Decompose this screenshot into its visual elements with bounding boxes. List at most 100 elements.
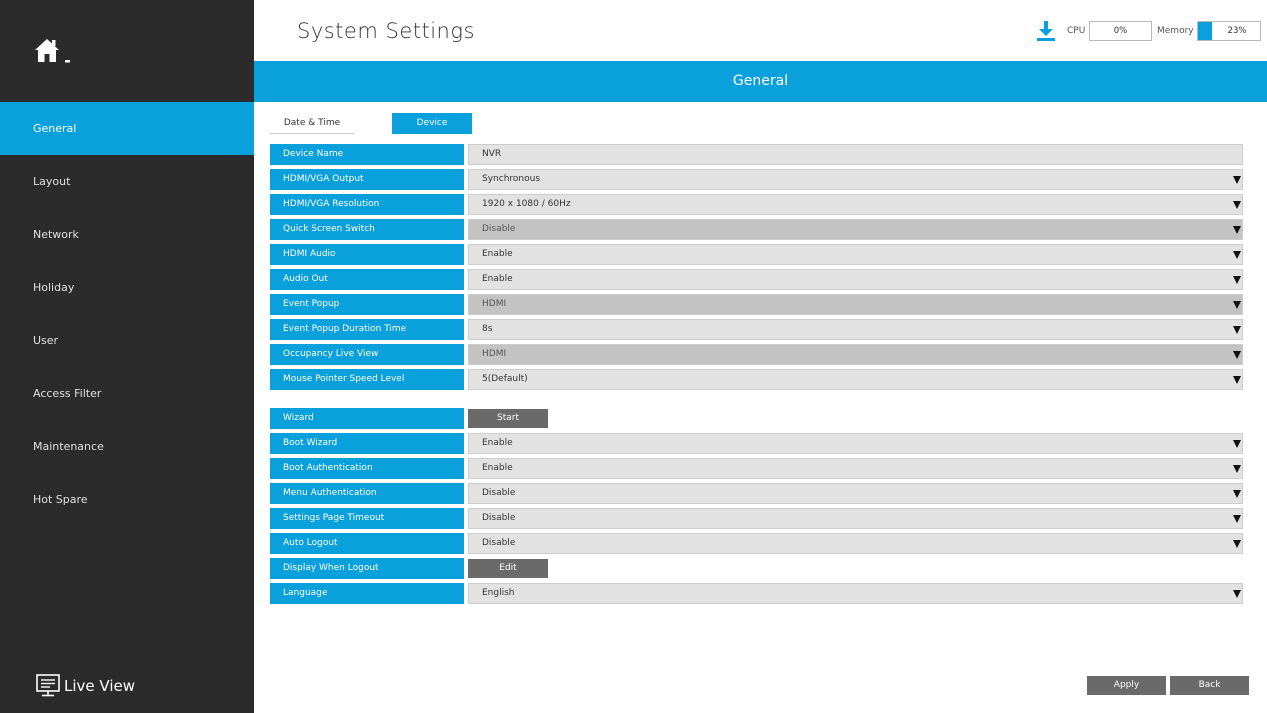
setting-row-language: Language English	[270, 583, 1243, 604]
setting-label: HDMI/VGA Resolution	[270, 194, 464, 215]
live-view-button[interactable]: Live View	[36, 672, 135, 700]
setting-label: Auto Logout	[270, 533, 464, 554]
memory-meter: 23%	[1197, 21, 1261, 41]
setting-label: Display When Logout	[270, 558, 464, 579]
dropdown-arrow-icon	[1233, 465, 1241, 473]
setting-row-boot-wizard: Boot Wizard Enable	[270, 433, 1243, 454]
setting-label: Device Name	[270, 144, 464, 165]
setting-label: Boot Wizard	[270, 433, 464, 454]
hdmi-audio-select[interactable]: Enable	[468, 244, 1243, 265]
hdmi-vga-output-select[interactable]: Synchronous	[468, 169, 1243, 190]
setting-row-event-popup: Event Popup HDMI	[270, 294, 1243, 315]
back-button[interactable]: Back	[1170, 676, 1249, 695]
cpu-label: CPU	[1067, 26, 1086, 36]
sidebar-item-holiday[interactable]: Holiday	[0, 261, 254, 314]
field-value: Enable	[482, 274, 513, 284]
field-value: Disable	[482, 224, 516, 234]
setting-row-wizard: Wizard Start	[270, 408, 1243, 429]
sidebar: General Layout Network Holiday User Access Fi…	[0, 0, 254, 713]
memory-value: 23%	[1227, 26, 1247, 36]
setting-row-display-when-logout: Display When Logout Edit	[270, 558, 1243, 579]
field-value: Disable	[482, 513, 516, 523]
setting-label: Language	[270, 583, 464, 604]
setting-label: HDMI Audio	[270, 244, 464, 265]
setting-label: Boot Authentication	[270, 458, 464, 479]
dropdown-arrow-icon	[1233, 376, 1241, 384]
setting-row-hdmi-audio: HDMI Audio Enable	[270, 244, 1243, 265]
event-popup-select[interactable]: HDMI	[468, 294, 1243, 315]
setting-label: Wizard	[270, 408, 464, 429]
field-value: NVR	[482, 149, 502, 159]
page-title: System Settings	[297, 19, 475, 43]
sidebar-item-network[interactable]: Network	[0, 208, 254, 261]
dropdown-arrow-icon	[1233, 351, 1241, 359]
setting-label: Event Popup Duration Time	[270, 319, 464, 340]
field-value: 1920 x 1080 / 60Hz	[482, 199, 571, 209]
sidebar-item-maintenance[interactable]: Maintenance	[0, 420, 254, 473]
sidebar-item-layout[interactable]: Layout	[0, 155, 254, 208]
boot-authentication-select[interactable]: Enable	[468, 458, 1243, 479]
field-value: Enable	[482, 463, 513, 473]
setting-row-menu-authentication: Menu Authentication Disable	[270, 483, 1243, 504]
settings-page-timeout-select[interactable]: Disable	[468, 508, 1243, 529]
mouse-pointer-speed-level-select[interactable]: 5(Default)	[468, 369, 1243, 390]
sidebar-item-access-filter[interactable]: Access Filter	[0, 367, 254, 420]
start-button[interactable]: Start	[468, 409, 548, 428]
dropdown-arrow-icon	[1233, 276, 1241, 284]
setting-label: Occupancy Live View	[270, 344, 464, 365]
tab-date-time[interactable]: Date & Time	[270, 113, 354, 134]
setting-row-event-popup-duration-time: Event Popup Duration Time 8s	[270, 319, 1243, 340]
field-value: Synchronous	[482, 174, 541, 184]
field-value: English	[482, 588, 515, 598]
device-name-input[interactable]: NVR	[468, 144, 1243, 165]
field-value: Disable	[482, 488, 516, 498]
audio-out-select[interactable]: Enable	[468, 269, 1243, 290]
live-view-label: Live View	[64, 677, 135, 695]
home-icon[interactable]	[33, 36, 75, 66]
sidebar-item-general[interactable]: General	[0, 102, 254, 155]
memory-meter-fill	[1198, 22, 1212, 40]
setting-row-device-name: Device Name NVR	[270, 144, 1243, 165]
download-icon[interactable]	[1036, 20, 1056, 42]
occupancy-live-view-select[interactable]: HDMI	[468, 344, 1243, 365]
boot-wizard-select[interactable]: Enable	[468, 433, 1243, 454]
dropdown-arrow-icon	[1233, 176, 1241, 184]
sidebar-item-user[interactable]: User	[0, 314, 254, 367]
setting-row-hdmi-vga-resolution: HDMI/VGA Resolution 1920 x 1080 / 60Hz	[270, 194, 1243, 215]
edit-button[interactable]: Edit	[468, 559, 548, 578]
setting-label: Menu Authentication	[270, 483, 464, 504]
setting-label: Settings Page Timeout	[270, 508, 464, 529]
quick-screen-switch-select[interactable]: Disable	[468, 219, 1243, 240]
memory-label: Memory	[1157, 26, 1194, 36]
field-value: HDMI	[482, 299, 507, 309]
dropdown-arrow-icon	[1233, 490, 1241, 498]
dropdown-arrow-icon	[1233, 201, 1241, 209]
dropdown-arrow-icon	[1233, 301, 1241, 309]
setting-row-settings-page-timeout: Settings Page Timeout Disable	[270, 508, 1243, 529]
field-value: 8s	[482, 324, 493, 334]
setting-row-mouse-pointer-speed-level: Mouse Pointer Speed Level 5(Default)	[270, 369, 1243, 390]
cpu-value: 0%	[1113, 26, 1128, 36]
dropdown-arrow-icon	[1233, 226, 1241, 234]
hdmi-vga-resolution-select[interactable]: 1920 x 1080 / 60Hz	[468, 194, 1243, 215]
language-select[interactable]: English	[468, 583, 1243, 604]
tab-device[interactable]: Device	[392, 113, 472, 134]
dropdown-arrow-icon	[1233, 515, 1241, 523]
dropdown-arrow-icon	[1233, 540, 1241, 548]
setting-row-audio-out: Audio Out Enable	[270, 269, 1243, 290]
apply-button[interactable]: Apply	[1087, 676, 1166, 695]
setting-label: Mouse Pointer Speed Level	[270, 369, 464, 390]
setting-label: Quick Screen Switch	[270, 219, 464, 240]
menu-authentication-select[interactable]: Disable	[468, 483, 1243, 504]
section-banner: General	[254, 61, 1267, 102]
dropdown-arrow-icon	[1233, 251, 1241, 259]
setting-row-occupancy-live-view: Occupancy Live View HDMI	[270, 344, 1243, 365]
auto-logout-select[interactable]: Disable	[468, 533, 1243, 554]
field-value: 5(Default)	[482, 374, 528, 384]
field-value: HDMI	[482, 349, 507, 359]
sidebar-item-hot-spare[interactable]: Hot Spare	[0, 473, 254, 526]
setting-label: Event Popup	[270, 294, 464, 315]
dropdown-arrow-icon	[1233, 326, 1241, 334]
event-popup-duration-time-select[interactable]: 8s	[468, 319, 1243, 340]
field-value: Enable	[482, 249, 513, 259]
